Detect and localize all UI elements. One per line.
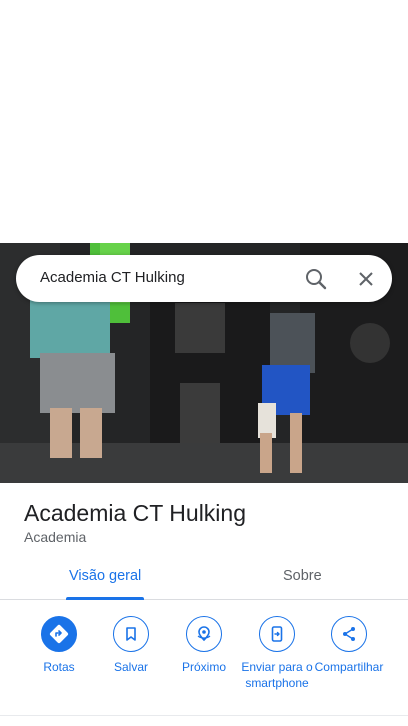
tab-bar: Visão geral Sobre	[0, 556, 408, 600]
save-label: Salvar	[113, 660, 148, 674]
search-input[interactable]: Academia CT Hulking	[40, 269, 185, 286]
place-category: Academia	[24, 529, 87, 545]
section-divider	[0, 715, 408, 716]
map-blank-area	[0, 0, 408, 243]
place-title: Academia CT Hulking	[24, 500, 247, 526]
send-to-phone-button[interactable]: Enviar para o smartphone	[237, 616, 317, 691]
directions-icon[interactable]	[41, 616, 77, 652]
search-icon[interactable]	[302, 265, 330, 293]
share-icon[interactable]	[331, 616, 367, 652]
share-button[interactable]: Compartilhar	[309, 616, 389, 675]
close-icon[interactable]	[352, 265, 380, 293]
tab-overview[interactable]: Visão geral	[69, 568, 141, 584]
directions-label: Rotas	[43, 660, 75, 674]
action-buttons: Rotas Salvar Próximo Enviar para o smart…	[0, 601, 408, 715]
bookmark-icon[interactable]	[113, 616, 149, 652]
save-button[interactable]: Salvar	[91, 616, 171, 675]
share-label: Compartilhar	[314, 660, 384, 674]
send-to-phone-label: Enviar para o smartphone	[241, 660, 313, 690]
nearby-label: Próximo	[181, 660, 226, 674]
search-bar[interactable]: Academia CT Hulking	[16, 255, 392, 302]
nearby-icon[interactable]	[186, 616, 222, 652]
directions-button[interactable]: Rotas	[19, 616, 99, 675]
nearby-button[interactable]: Próximo	[164, 616, 244, 675]
active-tab-indicator	[66, 597, 144, 600]
tab-about[interactable]: Sobre	[283, 568, 322, 584]
send-to-phone-icon[interactable]	[259, 616, 295, 652]
